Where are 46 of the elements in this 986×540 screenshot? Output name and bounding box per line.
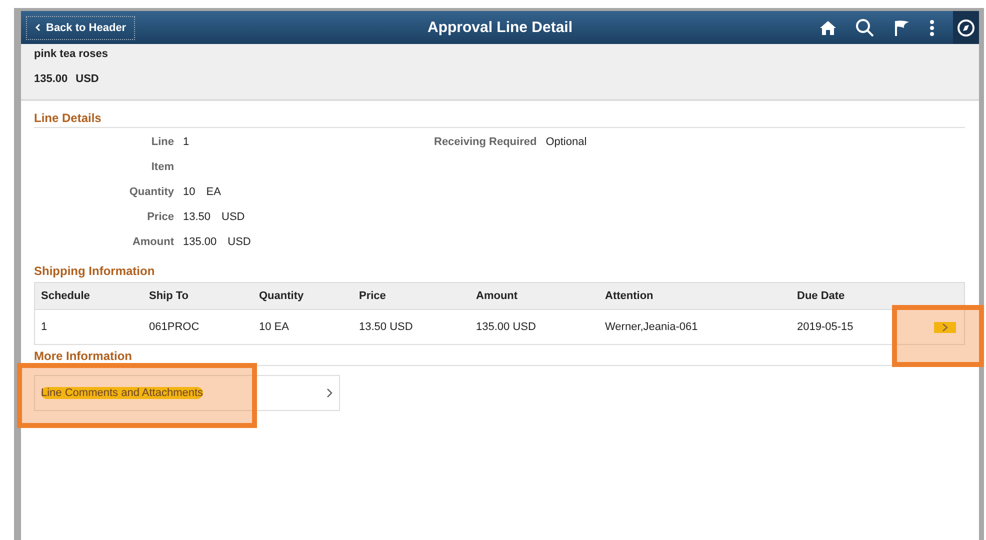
column-header: Ship To [149,290,190,302]
item-description: pink tea roses [34,48,109,62]
column-header: Attention [605,290,654,302]
column-header: Schedule [41,290,91,302]
table-cell-text: 061PROC [149,321,200,333]
column-header: Amount [476,290,519,302]
field-label: Line [150,136,174,148]
section-heading: Line Details [34,111,965,128]
field-label: Item [150,161,174,173]
field-value: 1 [183,136,190,148]
table-cell-text: 13.50 USD [359,321,414,333]
more-options-icon[interactable] [929,18,935,36]
section-heading: More Information [34,349,965,366]
chevron-left-icon [35,23,41,32]
total-amount: 135.00 [34,73,68,87]
compass-icon[interactable] [957,18,975,36]
column-header: Due Date [797,290,846,302]
field-value: USD [228,236,251,248]
column-header: Quantity [259,290,305,302]
home-icon[interactable] [819,18,837,36]
field-value: EA [206,186,221,198]
table-cell-text: 1 [41,321,48,333]
column-header: Price [359,290,387,302]
field-value: Optional [546,136,587,148]
chevron-right-icon[interactable] [934,322,956,332]
field-value: 10 [183,186,196,198]
currency-code: USD [76,73,99,87]
field-label: Quantity [128,186,174,198]
link-row[interactable]: Line Comments and Attachments [34,375,340,411]
section-heading: Shipping Information [34,264,156,280]
flag-icon[interactable] [893,18,911,36]
field-label: Receiving Required [434,136,537,148]
table-cell-text: Werner,Jeania-061 [605,321,699,333]
field-label: Amount [131,236,174,248]
field-label: Price [146,211,174,223]
field-value: USD [222,211,245,223]
search-icon[interactable] [855,18,875,38]
chevron-right-icon [326,388,333,398]
table-cell-text: 10 EA [259,321,290,333]
page-title: Approval Line Detail [427,19,573,36]
link-label: Line Comments and Attachments [41,387,204,399]
field-value: 135.00 [183,236,217,248]
table-cell-text: 2019-05-15 [797,321,854,333]
table-cell-text: 135.00 USD [476,321,537,333]
field-value: 13.50 [183,211,211,223]
back-button[interactable]: Back to Header [26,16,136,40]
